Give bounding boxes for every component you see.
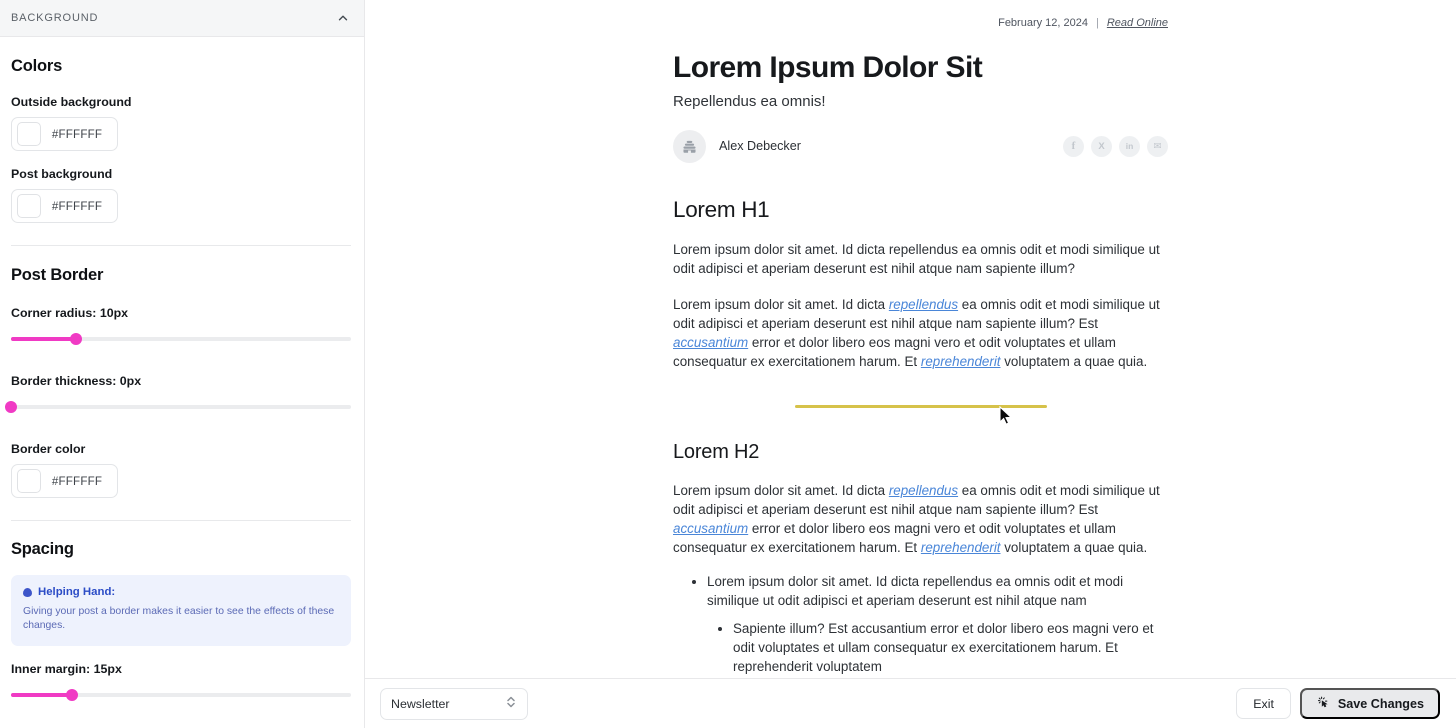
beehive-icon: [683, 140, 696, 153]
link-repellendus-2[interactable]: repellendus: [889, 483, 958, 498]
exit-button[interactable]: Exit: [1236, 688, 1291, 719]
link-repellendus-1[interactable]: repellendus: [889, 297, 958, 312]
social-share-group: f X in ✉: [1063, 135, 1168, 157]
helping-hand-title: Helping Hand:: [38, 586, 116, 598]
read-online-link[interactable]: Read Online: [1107, 17, 1168, 29]
save-changes-button[interactable]: Save Changes: [1299, 688, 1440, 719]
label-post-background: Post background: [11, 167, 113, 181]
chevron-up-down-icon[interactable]: [505, 695, 517, 712]
author-block: Alex Debecker: [673, 129, 801, 163]
linkedin-icon[interactable]: in: [1119, 135, 1140, 157]
sidebar-body: Colors Outside background #FFFFFF Post b…: [0, 37, 364, 701]
border-color-hex: #FFFFFF: [51, 474, 103, 488]
p3-text-4: voluptatem a quae quia.: [1000, 539, 1148, 555]
bottom-toolbar: Newsletter Exit Save Changes: [365, 678, 1456, 728]
link-reprehenderit-1[interactable]: reprehenderit: [921, 354, 1001, 369]
section-heading-spacing: Spacing: [11, 540, 74, 558]
facebook-icon[interactable]: f: [1063, 135, 1084, 157]
label-inner-margin: Inner margin: 15px: [11, 661, 122, 676]
post-date: February 12, 2024: [998, 17, 1088, 29]
helping-hand-icon: [23, 587, 32, 597]
post-background-swatch[interactable]: [17, 194, 41, 218]
border-thickness-slider-track: [11, 405, 351, 409]
newsletter-select[interactable]: Newsletter: [380, 687, 528, 720]
paragraph-3: Lorem ipsum dolor sit amet. Id dicta rep…: [673, 481, 1168, 557]
helping-hand-callout: Helping Hand: Giving your post a border …: [11, 575, 351, 646]
background-panel-title: BACKGROUND: [11, 12, 99, 24]
corner-radius-slider-fill: [11, 337, 76, 341]
author-name: Alex Debecker: [719, 139, 801, 154]
chevron-up-icon[interactable]: [336, 11, 350, 25]
p2-text-1: Lorem ipsum dolor sit amet. Id dicta: [673, 296, 889, 312]
newsletter-post-preview: February 12, 2024 | Read Online Lorem Ip…: [673, 0, 1168, 728]
list-item-text: Sapiente illum? Est accusantium error et…: [733, 620, 1154, 675]
link-accusantium-1[interactable]: accusantium: [673, 335, 748, 350]
list-item: Lorem ipsum dolor sit amet. Id dicta rep…: [707, 572, 1168, 676]
outside-background-color-input[interactable]: #FFFFFF: [11, 117, 118, 151]
label-border-color: Border color: [11, 442, 86, 456]
link-accusantium-2[interactable]: accusantium: [673, 521, 748, 536]
action-buttons: Exit Save Changes: [1236, 688, 1440, 719]
helping-hand-title-row: Helping Hand:: [23, 586, 339, 598]
helping-hand-text: Giving your post a border makes it easie…: [23, 606, 335, 632]
inner-margin-slider-fill: [11, 692, 73, 697]
app-root: BACKGROUND Colors Outside background #FF…: [0, 0, 1456, 728]
save-changes-label: Save Changes: [1337, 696, 1424, 711]
list-item: Sapiente illum? Est accusantium error et…: [733, 619, 1168, 676]
email-icon[interactable]: ✉: [1147, 135, 1168, 157]
nested-bullet-list: Sapiente illum? Est accusantium error et…: [707, 619, 1168, 676]
x-twitter-icon[interactable]: X: [1091, 135, 1112, 157]
corner-radius-slider-thumb[interactable]: [69, 333, 82, 345]
avatar: [673, 129, 706, 163]
post-title: Lorem Ipsum Dolor Sit: [673, 51, 983, 84]
outside-background-swatch[interactable]: [17, 122, 41, 146]
settings-sidebar: BACKGROUND Colors Outside background #FF…: [0, 0, 365, 728]
paragraph-2: Lorem ipsum dolor sit amet. Id dicta rep…: [673, 295, 1168, 371]
post-subtitle: Repellendus ea omnis!: [673, 92, 826, 110]
preview-pane: February 12, 2024 | Read Online Lorem Ip…: [365, 0, 1456, 728]
section-heading-colors: Colors: [11, 57, 63, 75]
heading-h2: Lorem H2: [673, 440, 760, 463]
background-panel-header[interactable]: BACKGROUND: [0, 0, 364, 37]
inner-margin-slider[interactable]: [11, 688, 351, 701]
border-color-input[interactable]: #FFFFFF: [11, 464, 118, 498]
post-background-hex: #FFFFFF: [51, 199, 103, 213]
border-color-swatch[interactable]: [17, 469, 41, 493]
border-thickness-slider[interactable]: [5, 401, 351, 413]
section-heading-post-border: Post Border: [11, 266, 104, 284]
label-border-thickness: Border thickness: 0px: [11, 374, 142, 388]
border-thickness-slider-thumb[interactable]: [5, 401, 17, 413]
link-reprehenderit-2[interactable]: reprehenderit: [921, 540, 1001, 555]
heading-h1: Lorem H1: [673, 196, 770, 222]
paragraph-1: Lorem ipsum dolor sit amet. Id dicta rep…: [673, 241, 1160, 276]
post-background-color-input[interactable]: #FFFFFF: [11, 189, 118, 223]
label-outside-background: Outside background: [11, 95, 132, 109]
list-item-text: Lorem ipsum dolor sit amet. Id dicta rep…: [707, 573, 1124, 608]
inner-margin-slider-thumb[interactable]: [66, 688, 79, 701]
cursor-sparkle-icon: [1316, 695, 1330, 712]
section-divider-rule: [794, 404, 1047, 408]
post-meta-row: February 12, 2024 | Read Online: [673, 0, 1168, 29]
meta-separator: |: [1095, 17, 1099, 29]
author-row: Alex Debecker f X in ✉: [673, 129, 1168, 163]
p3-text-1: Lorem ipsum dolor sit amet. Id dicta: [673, 482, 889, 498]
outside-background-hex: #FFFFFF: [51, 127, 103, 141]
newsletter-select-value: Newsletter: [391, 696, 450, 711]
label-corner-radius: Corner radius: 10px: [11, 306, 129, 320]
corner-radius-slider[interactable]: [11, 333, 351, 345]
p2-text-4: voluptatem a quae quia.: [1000, 353, 1148, 369]
